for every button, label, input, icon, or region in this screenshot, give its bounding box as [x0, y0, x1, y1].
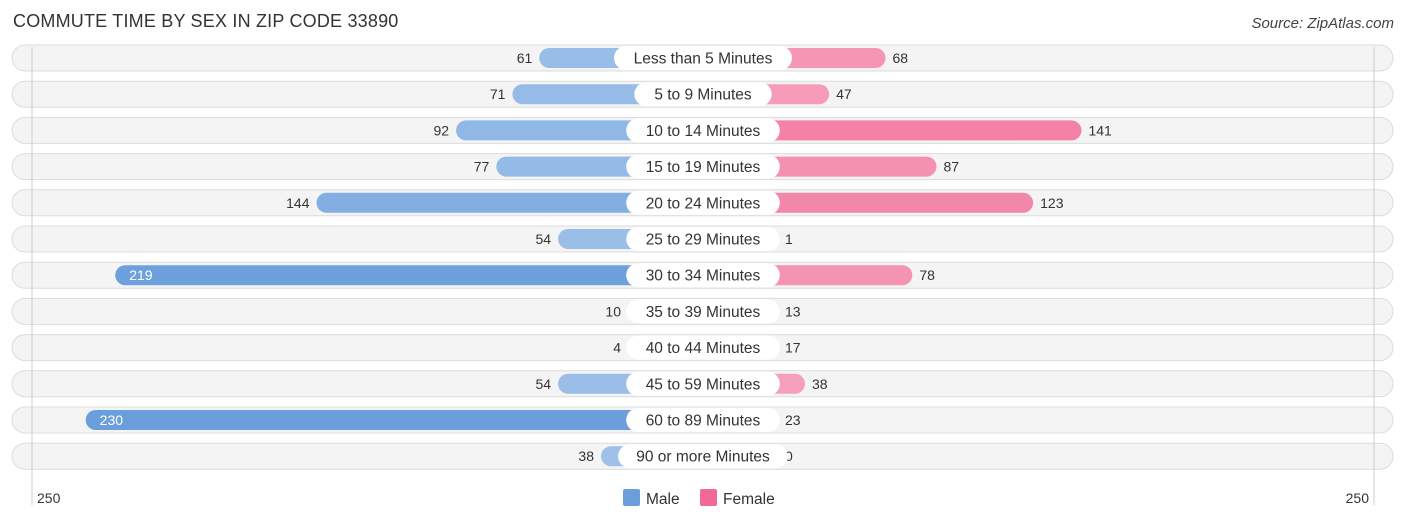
- chart-row: 54 1 25 to 29 Minutes: [11, 225, 1394, 253]
- value-label-female: 13: [785, 303, 801, 319]
- category-label: 30 to 34 Minutes: [646, 268, 761, 285]
- value-label-female: 78: [919, 267, 935, 283]
- category-label: 35 to 39 Minutes: [646, 304, 761, 321]
- chart-row: 230 23 60 to 89 Minutes: [11, 406, 1394, 434]
- axis-tick-right: 250: [1346, 490, 1370, 506]
- value-label-male: 77: [474, 159, 490, 175]
- value-label-male: 230: [100, 412, 124, 428]
- chart-row: 54 38 45 to 59 Minutes: [11, 370, 1394, 398]
- chart-rows: 61 68 Less than 5 Minutes 71 47 5 to 9 Minute…: [11, 44, 1394, 470]
- category-label: 45 to 59 Minutes: [646, 376, 761, 393]
- value-label-female: 38: [812, 376, 828, 392]
- value-label-female: 23: [785, 412, 801, 428]
- value-label-male: 54: [535, 231, 551, 247]
- value-label-female: 47: [836, 86, 852, 102]
- chart-row: 61 68 Less than 5 Minutes: [11, 44, 1394, 72]
- value-label-male: 92: [433, 122, 449, 138]
- category-label: Less than 5 Minutes: [634, 51, 773, 68]
- bar-male: [85, 410, 704, 430]
- category-label: 90 or more Minutes: [636, 449, 770, 466]
- value-label-female: 141: [1088, 122, 1112, 138]
- value-label-male: 61: [517, 50, 533, 66]
- category-label: 60 to 89 Minutes: [646, 413, 761, 430]
- category-label: 40 to 44 Minutes: [646, 340, 761, 357]
- value-label-male: 71: [490, 86, 506, 102]
- value-label-female: 68: [893, 50, 909, 66]
- legend-label-male: Male: [646, 491, 680, 508]
- chart-row: 92 141 10 to 14 Minutes: [11, 116, 1394, 144]
- category-label: 15 to 19 Minutes: [646, 159, 761, 176]
- value-label-female: 87: [944, 159, 960, 175]
- chart-row: 10 13 35 to 39 Minutes: [11, 297, 1394, 325]
- chart-row: 4 17 40 to 44 Minutes: [11, 334, 1394, 362]
- value-label-female: 17: [785, 340, 801, 356]
- value-label-female: 1: [785, 231, 793, 247]
- axis-tick-left: 250: [37, 490, 61, 506]
- chart-row: 144 123 20 to 24 Minutes: [11, 189, 1394, 217]
- value-label-male: 10: [605, 303, 621, 319]
- bar-male: [115, 265, 704, 286]
- legend-label-female: Female: [723, 491, 775, 508]
- value-label-male: 219: [129, 267, 153, 283]
- category-label: 20 to 24 Minutes: [646, 195, 761, 212]
- value-label-male: 38: [578, 448, 594, 464]
- legend-swatch-female: [700, 489, 717, 506]
- value-label-male: 4: [613, 340, 621, 356]
- chart-row: 38 090 or more Minutes: [11, 442, 1394, 470]
- chart-row: 219 78 30 to 34 Minutes: [11, 261, 1394, 289]
- category-label: 5 to 9 Minutes: [654, 87, 752, 104]
- category-label: 10 to 14 Minutes: [646, 123, 761, 140]
- commute-chart: 61 68 Less than 5 Minutes 71 47 5 to 9 Minute…: [11, 44, 1394, 508]
- category-label: 25 to 29 Minutes: [646, 232, 761, 249]
- value-label-female: 123: [1040, 195, 1064, 211]
- legend-swatch-male: [623, 489, 640, 506]
- chart-row: 71 47 5 to 9 Minutes: [11, 80, 1394, 108]
- legend: Male Female: [623, 489, 775, 508]
- chart-row: 77 87 15 to 19 Minutes: [11, 153, 1394, 181]
- value-label-male: 54: [535, 376, 551, 392]
- value-label-male: 144: [286, 195, 310, 211]
